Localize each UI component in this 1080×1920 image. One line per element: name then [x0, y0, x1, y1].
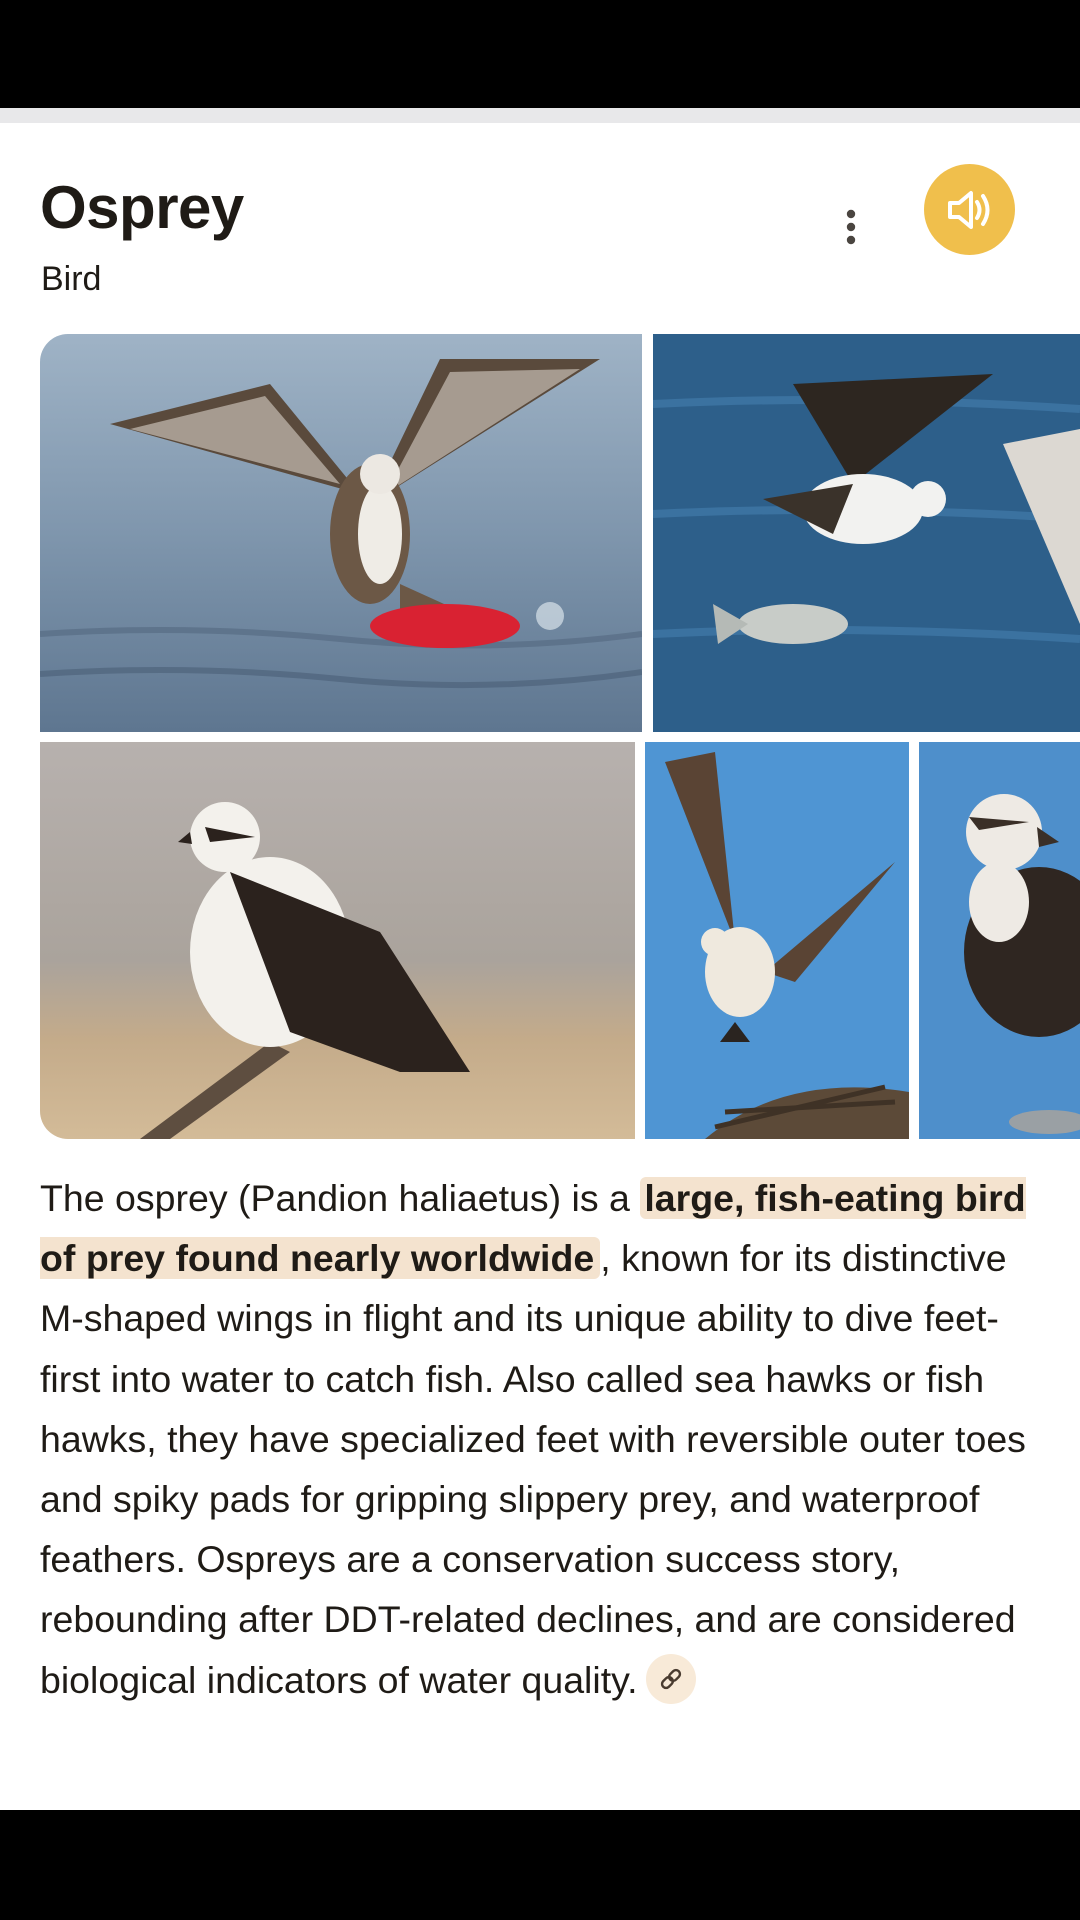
description-prefix: The osprey (Pandion haliaetus) is a — [40, 1177, 641, 1219]
osprey-fishing-photo — [40, 334, 642, 732]
source-link-button[interactable] — [645, 1653, 696, 1704]
panel-subtitle: Bird — [41, 260, 102, 298]
more-vert-icon — [846, 209, 856, 245]
osprey-image-2[interactable] — [653, 334, 1080, 732]
navigation-bar — [0, 1810, 1080, 1920]
panel-title: Osprey — [40, 174, 244, 241]
top-divider — [0, 108, 1080, 123]
osprey-perched-photo — [40, 742, 635, 1139]
status-bar — [0, 0, 1080, 108]
knowledge-panel: Osprey Bird The osprey (Pandion haliaetu… — [0, 123, 1080, 1810]
osprey-image-3[interactable] — [40, 742, 635, 1139]
listen-button[interactable] — [924, 164, 1015, 255]
description-text: The osprey (Pandion haliaetus) is a larg… — [40, 1168, 1040, 1710]
osprey-image-4[interactable] — [645, 742, 909, 1139]
osprey-flying-fish-photo — [653, 334, 1080, 732]
more-options-button[interactable] — [826, 179, 876, 275]
osprey-image-5[interactable] — [919, 742, 1080, 1139]
osprey-nest-photo — [645, 742, 909, 1139]
link-icon — [660, 1668, 681, 1689]
osprey-portrait-photo — [919, 742, 1080, 1139]
volume-icon — [947, 190, 989, 229]
description-suffix: , known for its distinctive M-shaped win… — [40, 1237, 1026, 1701]
osprey-image-1[interactable] — [40, 334, 642, 732]
